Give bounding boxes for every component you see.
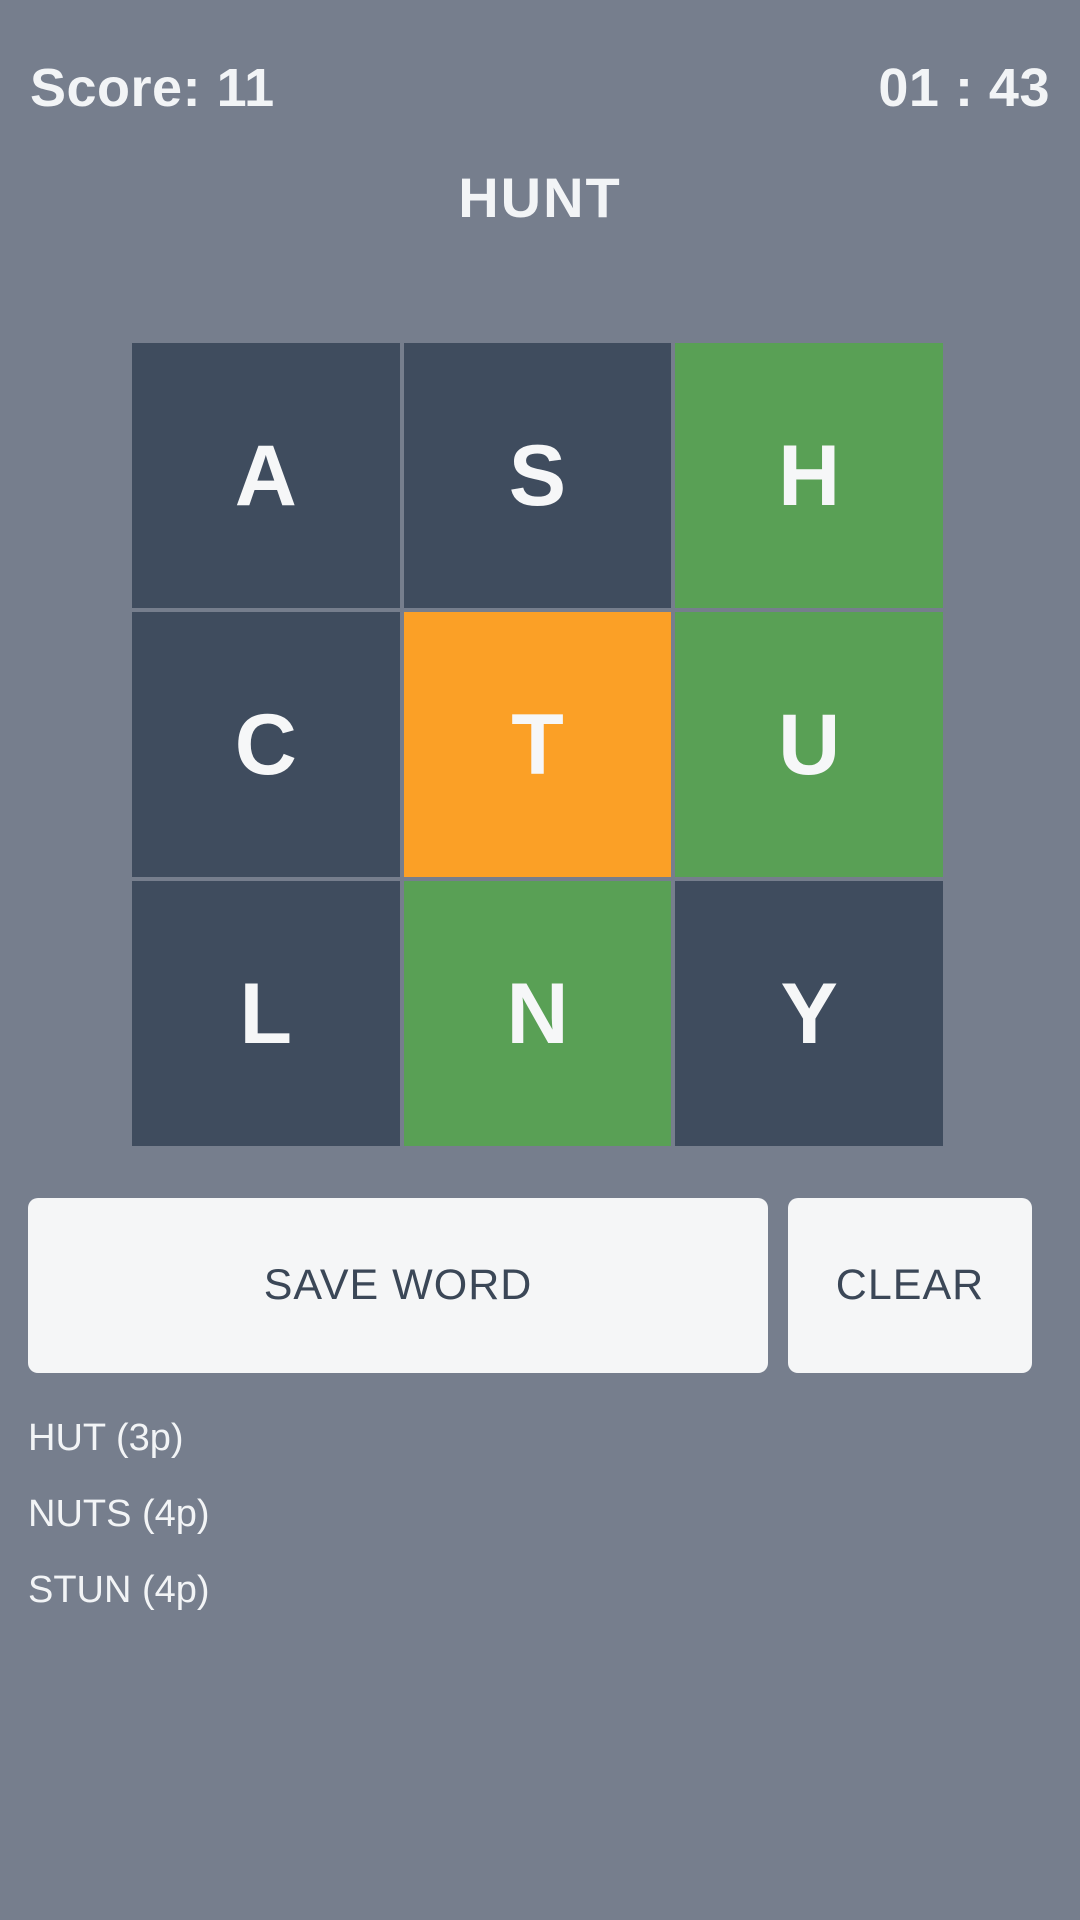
score-display: Score: 11 <box>30 58 275 118</box>
found-word-item: STUN (4p) <box>28 1569 210 1611</box>
found-word-item: HUT (3p) <box>28 1417 184 1459</box>
action-button-row: SAVE WORD CLEAR <box>28 1198 1052 1373</box>
letter-tile-l[interactable]: L <box>132 881 400 1146</box>
letter-grid: ASH CTU LNY <box>132 343 943 1146</box>
timer-display: 01 : 43 <box>878 58 1050 118</box>
current-word-display: HUNT <box>458 166 622 229</box>
save-word-button[interactable]: SAVE WORD <box>28 1198 768 1373</box>
letter-tile-y[interactable]: Y <box>675 881 943 1146</box>
letter-tile-h[interactable]: H <box>675 343 943 608</box>
letter-tile-t[interactable]: T <box>403 612 672 877</box>
letter-tile-c[interactable]: C <box>132 612 400 877</box>
found-words-list: HUT (3p) NUTS (4p) STUN (4p) <box>28 1400 1028 1628</box>
letter-tile-n[interactable]: N <box>403 881 672 1146</box>
found-word-item: NUTS (4p) <box>28 1493 210 1535</box>
status-bar: Score: 11 01 : 43 <box>0 0 1080 176</box>
letter-tile-a[interactable]: A <box>132 343 400 608</box>
clear-button[interactable]: CLEAR <box>788 1198 1032 1373</box>
letter-tile-s[interactable]: S <box>403 343 672 608</box>
letter-tile-u[interactable]: U <box>675 612 943 877</box>
